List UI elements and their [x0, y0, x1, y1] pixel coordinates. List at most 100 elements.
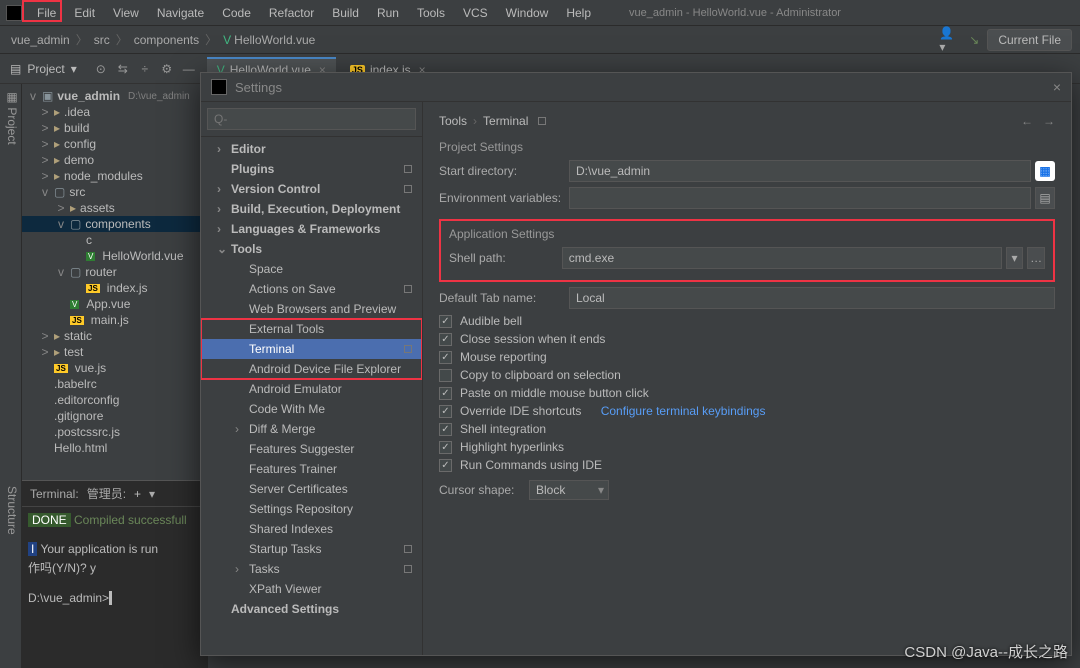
settings-side-item[interactable]: Shared Indexes [201, 519, 422, 539]
tree-node[interactable]: Hello.html [22, 440, 207, 456]
menu-window[interactable]: Window [499, 4, 556, 22]
settings-side-item[interactable]: ›Tasks [201, 559, 422, 579]
setting-checkbox[interactable]: Paste on middle mouse button click [439, 386, 1055, 400]
shell-path-browse-icon[interactable]: … [1027, 247, 1045, 269]
tree-node[interactable]: v▢ src [22, 184, 207, 200]
menu-view[interactable]: View [106, 4, 146, 22]
settings-side-item[interactable]: ›Editor [201, 139, 422, 159]
checkbox-icon[interactable] [439, 333, 452, 346]
expand-icon[interactable]: ⇆ [115, 62, 131, 76]
tree-node[interactable]: .babelrc [22, 376, 207, 392]
setting-checkbox[interactable]: Mouse reporting [439, 350, 1055, 364]
crumb-src[interactable]: src [91, 33, 113, 47]
project-tool-label[interactable]: ▤ Project ▾ [0, 62, 87, 76]
start-dir-input[interactable] [569, 160, 1031, 182]
menu-edit[interactable]: Edit [67, 4, 102, 22]
settings-side-item[interactable]: Web Browsers and Preview [201, 299, 422, 319]
tree-node[interactable]: >▸ node_modules [22, 168, 207, 184]
menu-navigate[interactable]: Navigate [150, 4, 211, 22]
tree-node[interactable]: >▸ demo [22, 152, 207, 168]
tree-node[interactable]: JS vue.js [22, 360, 207, 376]
keybindings-link[interactable]: Configure terminal keybindings [601, 404, 766, 418]
settings-search-input[interactable] [207, 108, 416, 130]
tree-node[interactable]: c [22, 232, 207, 248]
start-dir-browse-icon[interactable]: ▦ [1035, 161, 1055, 181]
settings-side-item[interactable]: ›Languages & Frameworks [201, 219, 422, 239]
menu-vcs[interactable]: VCS [456, 4, 495, 22]
settings-side-item[interactable]: Advanced Settings [201, 599, 422, 619]
settings-side-item[interactable]: Server Certificates [201, 479, 422, 499]
tree-node[interactable]: V App.vue [22, 296, 207, 312]
cursor-shape-select[interactable]: Block [529, 480, 609, 500]
checkbox-icon[interactable] [439, 387, 452, 400]
env-var-edit-icon[interactable]: ▤ [1035, 187, 1055, 209]
nav-back-icon[interactable]: ← [1021, 114, 1033, 128]
settings-side-item[interactable]: Actions on Save [201, 279, 422, 299]
checkbox-icon[interactable] [439, 315, 452, 328]
crumb-components[interactable]: components [131, 33, 202, 47]
settings-side-item[interactable]: Space [201, 259, 422, 279]
tree-node[interactable]: >▸ build [22, 120, 207, 136]
structure-tab[interactable]: Structure [5, 486, 19, 662]
tree-node[interactable]: >▸ static [22, 328, 207, 344]
settings-close-icon[interactable]: × [1053, 79, 1061, 95]
tree-node[interactable]: >▸ test [22, 344, 207, 360]
menu-help[interactable]: Help [559, 4, 598, 22]
settings-side-item[interactable]: ›Version Control [201, 179, 422, 199]
settings-gear-icon[interactable]: ⚙ [159, 62, 175, 76]
setting-checkbox[interactable]: Override IDE shortcuts Configure termina… [439, 404, 1055, 418]
crumb-file[interactable]: VHelloWorld.vue [220, 33, 318, 47]
tree-root[interactable]: v▣ vue_adminD:\vue_admin [22, 88, 207, 104]
shell-path-dropdown-icon[interactable]: ▾ [1006, 247, 1024, 269]
setting-checkbox[interactable]: Highlight hyperlinks [439, 440, 1055, 454]
tree-node[interactable]: v▢ router [22, 264, 207, 280]
setting-checkbox[interactable]: Shell integration [439, 422, 1055, 436]
run-config-current-file[interactable]: Current File [987, 29, 1072, 51]
settings-side-item[interactable]: Code With Me [201, 399, 422, 419]
menu-run[interactable]: Run [370, 4, 406, 22]
collapse-icon[interactable]: ÷ [137, 62, 153, 76]
tree-node[interactable]: >▸ assets [22, 200, 207, 216]
nav-fwd-icon[interactable]: → [1043, 114, 1055, 128]
settings-side-item[interactable]: Android Emulator [201, 379, 422, 399]
settings-side-item[interactable]: XPath Viewer [201, 579, 422, 599]
tree-node[interactable]: .editorconfig [22, 392, 207, 408]
tree-node[interactable]: .postcssrc.js [22, 424, 207, 440]
user-icon[interactable]: 👤▾ [939, 31, 957, 49]
settings-side-item[interactable]: Android Device File Explorer [201, 359, 422, 379]
settings-crumb-tools[interactable]: Tools [439, 114, 467, 128]
menu-build[interactable]: Build [325, 4, 366, 22]
setting-checkbox[interactable]: Audible bell [439, 314, 1055, 328]
settings-side-item[interactable]: Plugins [201, 159, 422, 179]
setting-checkbox[interactable]: Copy to clipboard on selection [439, 368, 1055, 382]
shell-path-input[interactable] [562, 247, 1002, 269]
tree-node[interactable]: .gitignore [22, 408, 207, 424]
crumb-project[interactable]: vue_admin [8, 33, 73, 47]
settings-side-item[interactable]: Settings Repository [201, 499, 422, 519]
terminal-tab[interactable]: 管理员: [87, 485, 126, 502]
menu-file[interactable]: File [30, 4, 63, 22]
tree-node[interactable]: >▸ config [22, 136, 207, 152]
tree-node[interactable]: V HelloWorld.vue [22, 248, 207, 264]
settings-side-item[interactable]: Startup Tasks [201, 539, 422, 559]
checkbox-icon[interactable] [439, 405, 452, 418]
checkbox-icon[interactable] [439, 459, 452, 472]
tree-node[interactable]: JS index.js [22, 280, 207, 296]
settings-side-item[interactable]: Terminal [201, 339, 422, 359]
settings-side-item[interactable]: Features Suggester [201, 439, 422, 459]
terminal-add-icon[interactable]: + [134, 487, 141, 501]
terminal-dropdown-icon[interactable]: ▾ [149, 487, 155, 501]
settings-side-item[interactable]: ›Diff & Merge [201, 419, 422, 439]
settings-side-item[interactable]: External Tools [201, 319, 422, 339]
settings-side-item[interactable]: ⌄Tools [201, 239, 422, 259]
tree-node[interactable]: v▢ components [22, 216, 207, 232]
settings-side-item[interactable]: Features Trainer [201, 459, 422, 479]
default-tab-input[interactable] [569, 287, 1055, 309]
build-icon[interactable]: ↘ [965, 31, 983, 49]
tree-node[interactable]: JS main.js [22, 312, 207, 328]
select-opened-icon[interactable]: ⊙ [93, 62, 109, 76]
checkbox-icon[interactable] [439, 369, 452, 382]
setting-checkbox[interactable]: Close session when it ends [439, 332, 1055, 346]
menu-tools[interactable]: Tools [410, 4, 452, 22]
checkbox-icon[interactable] [439, 351, 452, 364]
